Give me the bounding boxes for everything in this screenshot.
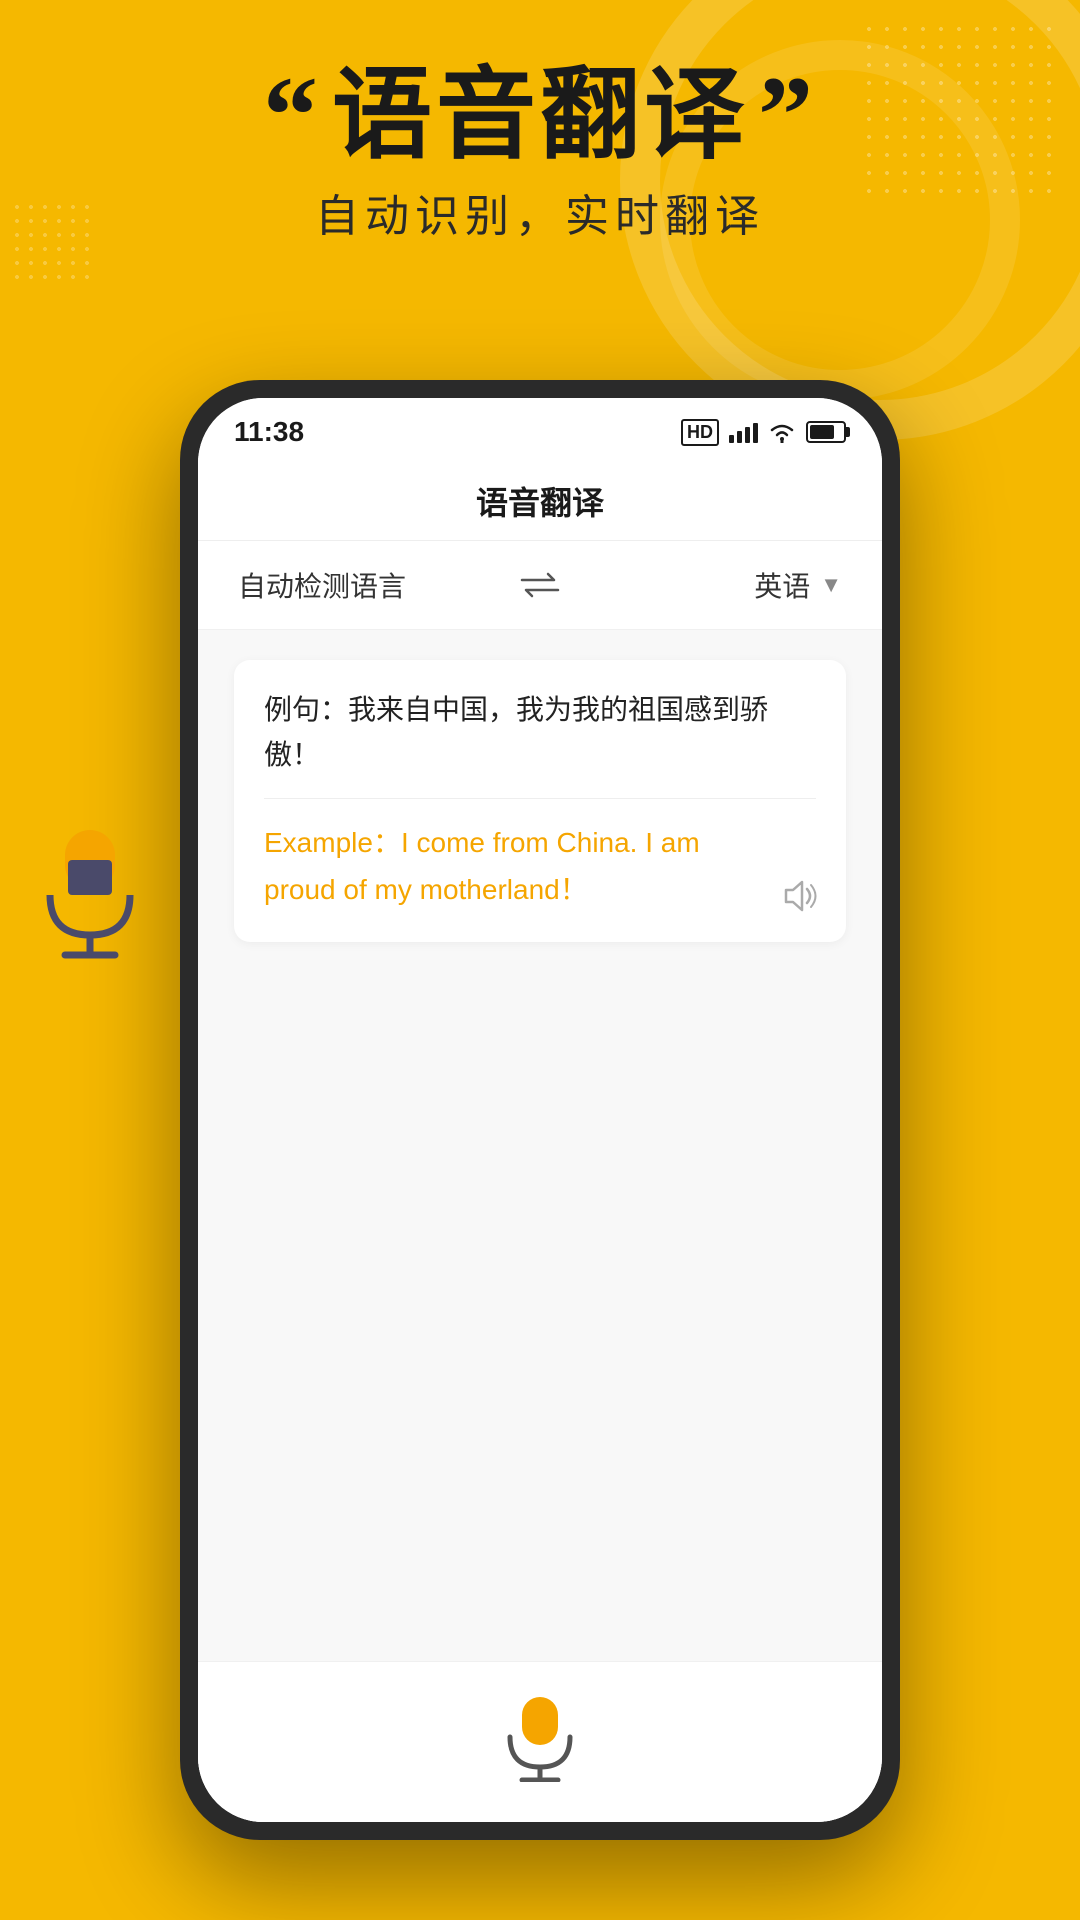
subtitle: 自动识别，实时翻译 [0,180,1080,244]
speaker-icon [778,878,818,914]
app-title: 语音翻译 [476,485,604,521]
signal-icon [729,421,758,443]
translated-text: Example：I come from China. I am proud of… [264,819,816,914]
side-mic-icon [30,820,150,960]
phone-screen: 11:38 HD [198,398,882,1822]
signal-bar-4 [753,423,758,443]
phone-outer: 11:38 HD [180,380,900,1840]
quote-open: “ [263,60,322,170]
bottom-mic-area [198,1661,882,1822]
title-text: 语音翻译 [332,60,748,170]
mic-record-icon [500,1692,580,1782]
hd-badge: HD [681,419,719,446]
target-language-wrap[interactable]: 英语 ▼ [565,565,842,605]
signal-bar-1 [729,435,734,443]
signal-bar-3 [745,427,750,443]
header: “ 语音翻译 ” 自动识别，实时翻译 [0,60,1080,244]
phone-mockup: 11:38 HD [180,380,900,1840]
mic-record-button[interactable] [495,1692,585,1782]
target-language: 英语 [754,565,810,605]
main-title: “ 语音翻译 ” [0,60,1080,170]
speaker-button[interactable] [778,878,818,914]
translation-area: 例句：我来自中国，我为我的祖国感到骄傲！ Example：I come from… [198,630,882,1661]
app-title-bar: 语音翻译 [198,458,882,541]
battery-indicator: 75 [806,421,846,443]
status-time: 11:38 [234,416,304,448]
app-content: 语音翻译 自动检测语言 英语 ▼ [198,458,882,1822]
signal-bar-2 [737,431,742,443]
battery-icon: 75 [806,421,846,443]
translation-card: 例句：我来自中国，我为我的祖国感到骄傲！ Example：I come from… [234,660,846,942]
status-icons: HD [681,419,846,446]
language-selector-row: 自动检测语言 英语 ▼ [198,541,882,630]
status-bar: 11:38 HD [198,398,882,458]
swap-icon [518,570,562,600]
swap-button[interactable] [515,565,565,605]
source-text: 例句：我来自中国，我为我的祖国感到骄傲！ [264,688,816,778]
quote-close: ” [758,60,817,170]
wifi-icon [768,421,796,443]
battery-level: 75 [819,425,833,440]
source-language[interactable]: 自动检测语言 [238,565,515,605]
dropdown-arrow-icon: ▼ [820,572,842,598]
card-divider [264,798,816,799]
